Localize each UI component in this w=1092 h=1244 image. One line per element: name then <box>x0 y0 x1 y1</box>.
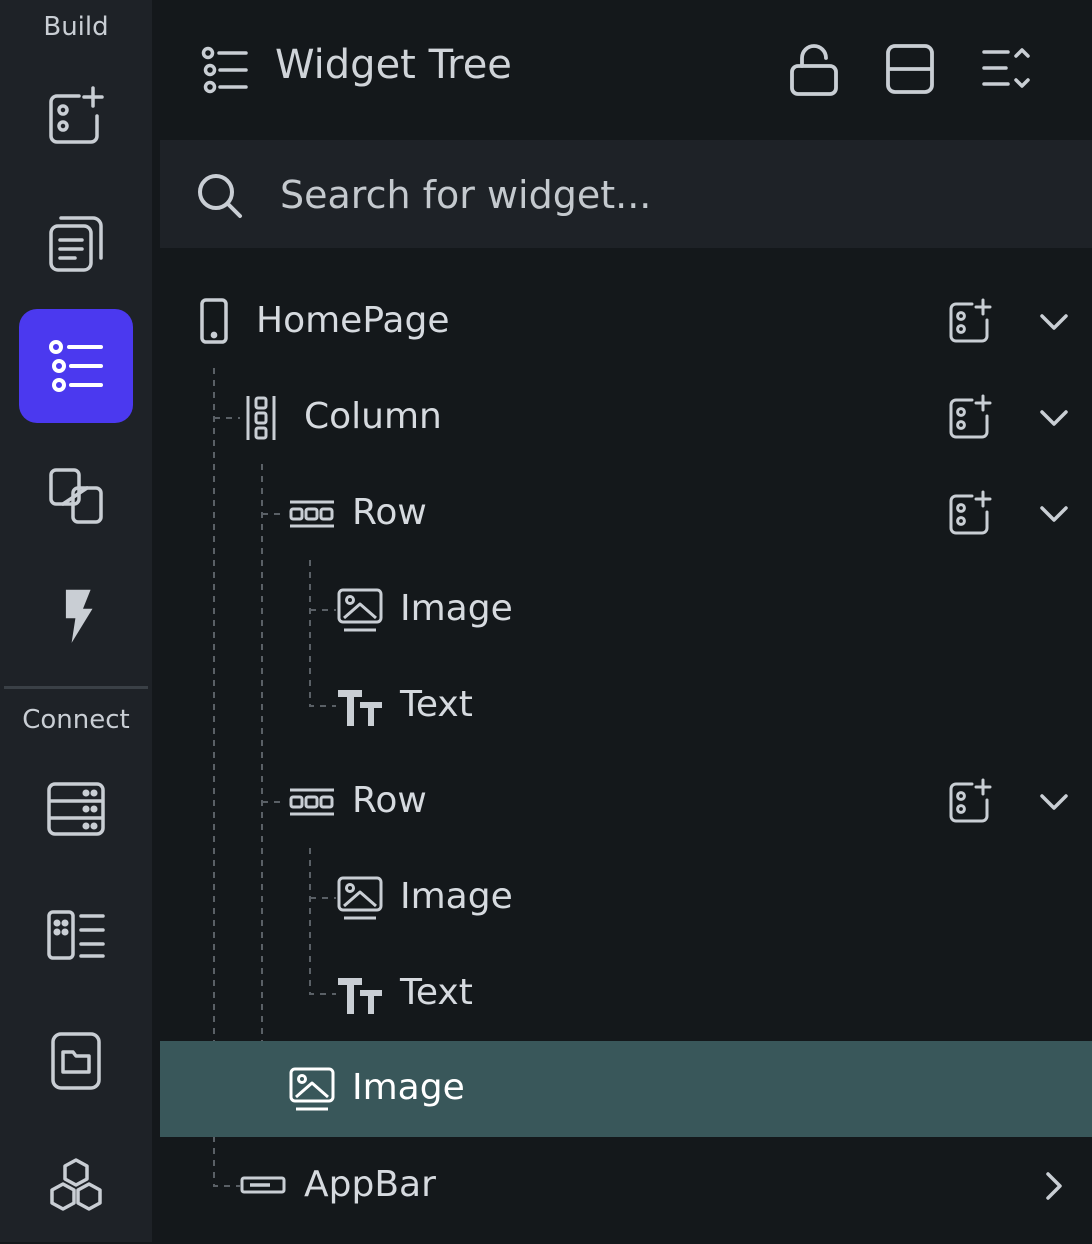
chevron-down-icon[interactable] <box>1036 400 1072 436</box>
widget-tree-button[interactable] <box>19 309 133 423</box>
tree-node-label: Image <box>352 1067 465 1108</box>
database-button[interactable] <box>19 752 133 866</box>
search-bar <box>160 140 1092 248</box>
chevron-right-icon[interactable] <box>1036 1168 1072 1204</box>
appbar-icon <box>240 1176 286 1194</box>
phone-icon <box>200 298 228 344</box>
tree-node-text[interactable]: Text <box>160 658 1092 754</box>
chevron-down-icon[interactable] <box>1036 304 1072 340</box>
tree-node-label: Image <box>400 876 513 917</box>
tree-node-image-selected[interactable]: Image <box>160 1041 1092 1137</box>
lightning-icon <box>65 589 93 643</box>
search-input[interactable] <box>278 164 1042 226</box>
widget-tree-icon <box>49 340 103 392</box>
tree-node-label: Text <box>400 972 473 1013</box>
rail-divider <box>4 686 148 689</box>
tree-node-label: Row <box>352 780 427 821</box>
image-icon <box>337 588 383 632</box>
database-icon <box>47 782 105 836</box>
integrations-button[interactable] <box>19 1130 133 1244</box>
tree-node-label: Text <box>400 684 473 725</box>
tree-node-column[interactable]: Column <box>160 370 1092 466</box>
tree-node-label: AppBar <box>304 1164 436 1205</box>
add-child-icon[interactable] <box>946 394 994 442</box>
row-icon <box>289 788 334 816</box>
page-stack-icon <box>49 216 103 272</box>
search-icon <box>198 174 242 218</box>
tree-node-label: Column <box>304 396 442 437</box>
integrations-icon <box>50 1158 102 1211</box>
lock-tree-button[interactable] <box>786 42 842 98</box>
tree-node-label: Image <box>400 588 513 629</box>
widget-tree-icon <box>201 46 248 94</box>
rail-separator <box>152 0 160 1242</box>
text-icon <box>338 978 382 1014</box>
text-icon <box>338 690 382 726</box>
chevron-down-icon[interactable] <box>1036 496 1072 532</box>
tree-node-row[interactable]: Row <box>160 754 1092 850</box>
component-link-icon <box>49 468 103 524</box>
collapse-expand-icon <box>982 48 1030 88</box>
add-widget-icon <box>49 86 104 144</box>
widget-tree-panel: Widget Tree Search for widget... HomePag… <box>160 0 1092 1242</box>
column-icon <box>246 396 276 440</box>
tree-node-label: HomePage <box>256 300 450 341</box>
unlock-icon <box>790 44 838 96</box>
add-child-icon[interactable] <box>946 778 994 826</box>
page-title: Widget Tree <box>275 42 512 88</box>
add-widget-button[interactable] <box>19 60 133 174</box>
pages-button[interactable] <box>19 186 133 300</box>
tree-node-image[interactable]: Image <box>160 850 1092 946</box>
tree-node-label: Row <box>352 492 427 533</box>
chevron-down-icon[interactable] <box>1036 784 1072 820</box>
tree-node-homepage[interactable]: HomePage <box>160 274 1092 370</box>
connect-section-label: Connect <box>22 705 130 735</box>
media-assets-button[interactable] <box>19 1004 133 1118</box>
split-view-icon <box>886 44 934 94</box>
api-calls-button[interactable] <box>19 878 133 992</box>
folder-icon <box>51 1032 101 1090</box>
image-icon <box>337 876 383 920</box>
actions-button[interactable] <box>19 560 133 674</box>
tree-node-text[interactable]: Text <box>160 946 1092 1042</box>
panel-header: Widget Tree <box>160 0 1092 140</box>
tree-node-row[interactable]: Row <box>160 466 1092 562</box>
build-section-label: Build <box>43 12 109 42</box>
collapse-expand-button[interactable] <box>978 42 1034 98</box>
nav-rail: Build Connect <box>0 0 152 1242</box>
tree-node-image[interactable]: Image <box>160 562 1092 658</box>
tree-node-appbar[interactable]: AppBar <box>160 1138 1092 1234</box>
add-child-icon[interactable] <box>946 490 994 538</box>
row-icon <box>289 500 334 528</box>
image-icon <box>289 1067 335 1111</box>
api-list-icon <box>47 910 105 960</box>
components-button[interactable] <box>19 438 133 552</box>
add-child-icon[interactable] <box>946 298 994 346</box>
split-view-button[interactable] <box>882 42 938 98</box>
